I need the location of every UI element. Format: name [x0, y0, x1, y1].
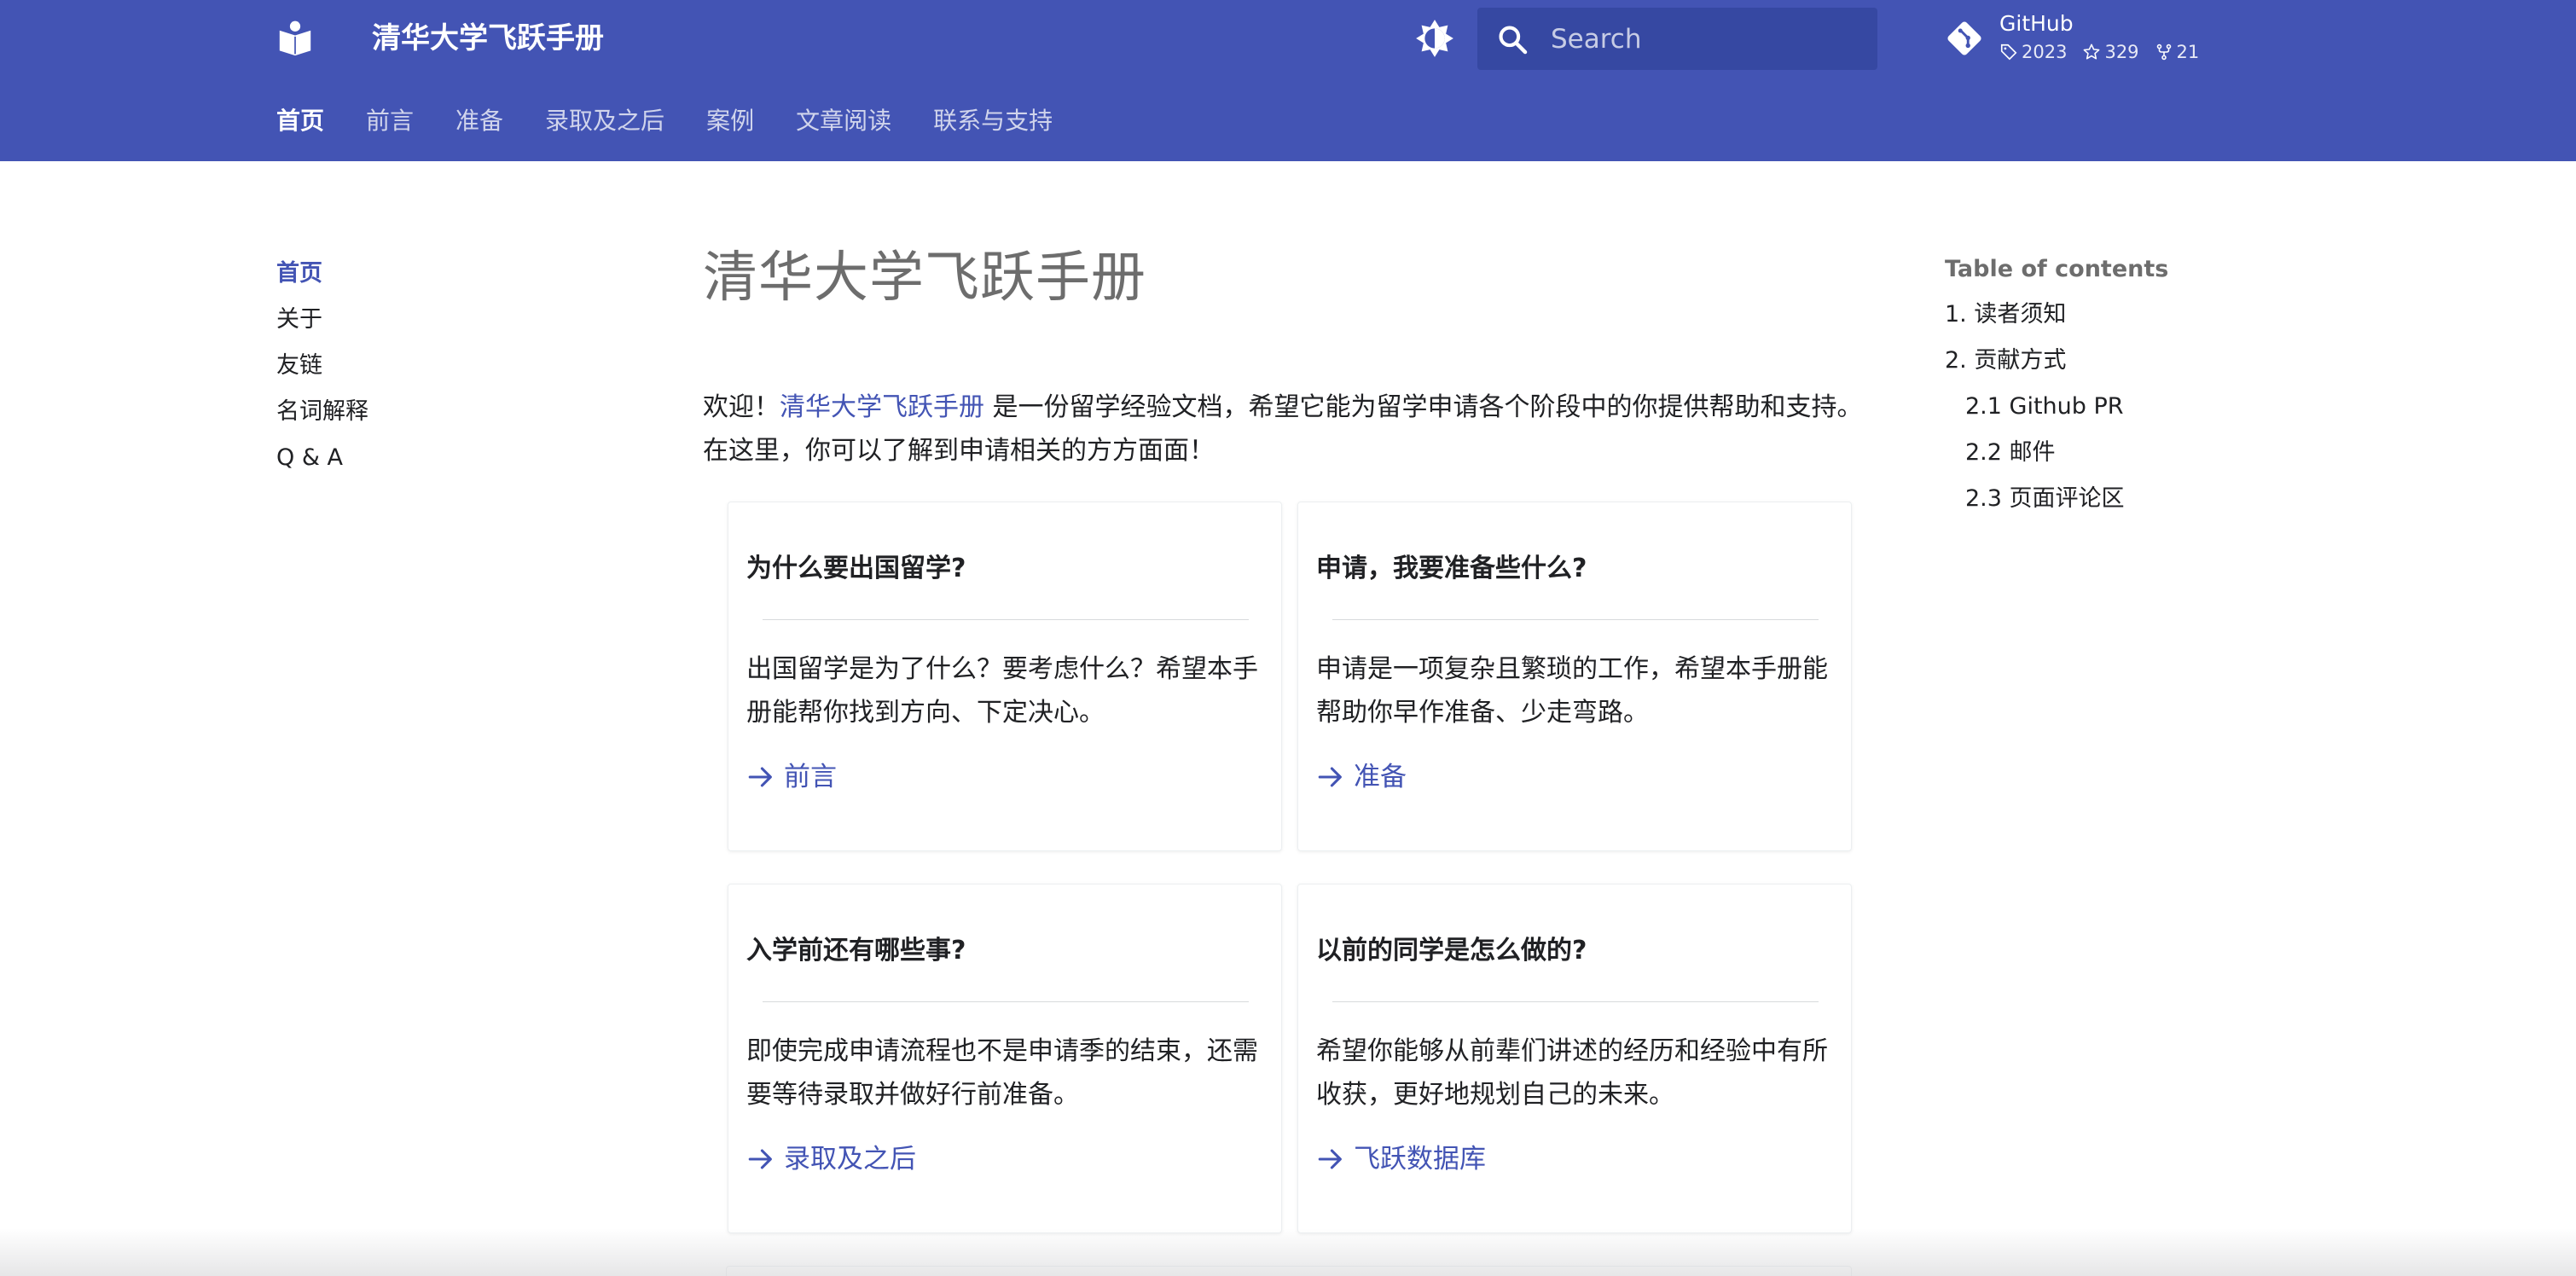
- tab-admission[interactable]: 录取及之后: [545, 106, 664, 136]
- sidebar-nav: 首页 关于 友链 名词解释 Q & A: [276, 251, 368, 481]
- sidebar-item-glossary[interactable]: 名词解释: [276, 389, 368, 435]
- card-link-label: 准备: [1354, 762, 1407, 792]
- card-divider: [1332, 1001, 1819, 1002]
- arrow-right-icon: [748, 1149, 772, 1169]
- intro-handbook-link[interactable]: 清华大学飞跃手册: [780, 392, 984, 422]
- card-title: 以前的同学是怎么做的?: [1316, 936, 1587, 966]
- tab-contact[interactable]: 联系与支持: [933, 106, 1053, 136]
- sidebar-item-about[interactable]: 关于: [276, 297, 368, 343]
- page-title: 清华大学飞跃手册: [703, 246, 1146, 310]
- fork-icon: [2156, 44, 2171, 61]
- card-title: 为什么要出国留学?: [746, 554, 966, 583]
- tab-articles[interactable]: 文章阅读: [796, 106, 891, 136]
- sidebar-item-home[interactable]: 首页: [276, 251, 368, 297]
- site-title[interactable]: 清华大学飞跃手册: [372, 17, 604, 60]
- repo-stars-value: 329: [2104, 42, 2139, 62]
- repo-name: GitHub: [1999, 11, 2074, 36]
- arrow-right-icon: [1318, 767, 1342, 787]
- repo-forks: 21: [2155, 41, 2200, 63]
- card-description: 出国留学是为了什么？要考虑什么？希望本手册能帮你找到方向、下定决心。: [746, 654, 1258, 728]
- tab-preface[interactable]: 前言: [366, 106, 414, 136]
- search-icon: [1499, 26, 1528, 55]
- intro-prefix: 欢迎！: [703, 392, 780, 422]
- arrow-right-icon: [748, 767, 772, 787]
- book-reader-logo-icon[interactable]: [276, 19, 315, 58]
- toc-entry-readers-notice[interactable]: 1. 读者须知: [1945, 292, 2125, 338]
- tab-cases[interactable]: 案例: [706, 106, 754, 136]
- sidebar-item-links[interactable]: 友链: [276, 343, 368, 389]
- card-description: 即使完成申请流程也不是申请季的结束，还需要等待录取并做好行前准备。: [746, 1036, 1258, 1110]
- repo-version-value: 2023: [2022, 42, 2068, 62]
- card-description: 申请是一项复杂且繁琐的工作，希望本手册能帮助你早作准备、少走弯路。: [1316, 654, 1828, 728]
- tab-home[interactable]: 首页: [276, 106, 324, 136]
- repo-facts: 2023 329 21: [1999, 41, 2199, 63]
- card-link-database[interactable]: 飞跃数据库: [1316, 1142, 1486, 1176]
- toc-entry-github-pr[interactable]: 2.1 Github PR: [1945, 384, 2125, 430]
- top-header: 清华大学飞跃手册 Search GitHub 2023 329 21 首页 前言…: [0, 0, 2576, 161]
- card-link-label: 飞跃数据库: [1354, 1144, 1486, 1174]
- brightness-toggle-icon[interactable]: [1413, 17, 1456, 60]
- arrow-right-icon: [1318, 1149, 1342, 1169]
- card-divider: [763, 619, 1249, 620]
- card-title: 申请，我要准备些什么?: [1316, 554, 1587, 583]
- repo-stars: 329: [2082, 41, 2139, 63]
- table-of-contents: 1. 读者须知 2. 贡献方式 2.1 Github PR 2.2 邮件 2.3…: [1945, 292, 2125, 522]
- repo-forks-value: 21: [2176, 42, 2200, 62]
- card-divider: [1332, 619, 1819, 620]
- card-title: 入学前还有哪些事?: [746, 936, 966, 966]
- card-why-study-abroad: 为什么要出国留学? 出国留学是为了什么？要考虑什么？希望本手册能帮你找到方向、下…: [728, 502, 1282, 851]
- toc-entry-contribute[interactable]: 2. 贡献方式: [1945, 338, 2125, 384]
- search-placeholder: Search: [1551, 24, 1642, 55]
- toc-title: Table of contents: [1945, 256, 2169, 282]
- tab-preparation[interactable]: 准备: [455, 106, 503, 136]
- card-link-label: 录取及之后: [784, 1144, 916, 1174]
- tag-icon: [2000, 44, 2017, 61]
- search-box[interactable]: Search: [1477, 8, 1877, 70]
- card-how-others-did: 以前的同学是怎么做的? 希望你能够从前辈们讲述的经历和经验中有所收获，更好地规划…: [1297, 884, 1852, 1233]
- repo-version: 2023: [1999, 41, 2067, 63]
- card-before-enrollment: 入学前还有哪些事? 即使完成申请流程也不是申请季的结束，还需要等待录取并做好行前…: [728, 884, 1282, 1233]
- toc-entry-comments[interactable]: 2.3 页面评论区: [1945, 476, 2125, 522]
- card-link-admission[interactable]: 录取及之后: [746, 1142, 916, 1176]
- card-divider: [763, 1001, 1249, 1002]
- header-tabs: 首页 前言 准备 录取及之后 案例 文章阅读 联系与支持: [276, 106, 1053, 136]
- card-link-preparation[interactable]: 准备: [1316, 760, 1407, 794]
- card-link-preface[interactable]: 前言: [746, 760, 837, 794]
- git-diamond-icon: [1947, 21, 1981, 55]
- card-description: 希望你能够从前辈们讲述的经历和经验中有所收获，更好地规划自己的未来。: [1316, 1036, 1828, 1110]
- card-link-label: 前言: [784, 762, 837, 792]
- card-what-to-prepare: 申请，我要准备些什么? 申请是一项复杂且繁琐的工作，希望本手册能帮助你早作准备、…: [1297, 502, 1852, 851]
- intro-paragraph: 欢迎！清华大学飞跃手册 是一份留学经验文档，希望它能为留学申请各个阶段中的你提供…: [703, 386, 1863, 473]
- toc-entry-email[interactable]: 2.2 邮件: [1945, 430, 2125, 476]
- sidebar-item-qa[interactable]: Q & A: [276, 435, 368, 481]
- github-repo-link[interactable]: GitHub 2023 329 21: [1945, 9, 2218, 68]
- next-card-edge: [726, 1266, 1852, 1276]
- star-icon: [2084, 44, 2100, 60]
